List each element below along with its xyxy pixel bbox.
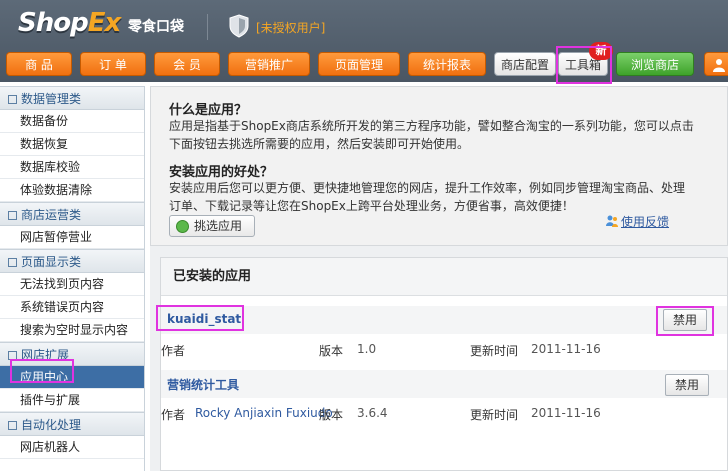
nav-products[interactable]: 商 品 [6, 52, 72, 76]
version-value: 1.0 [357, 342, 377, 356]
version-label: 版本 [319, 408, 344, 422]
user-icon[interactable] [704, 52, 728, 76]
author-value: Rocky Anjiaxin Fuxiudo [195, 406, 333, 420]
sidebar-group-page-display[interactable]: 页面显示类 [0, 249, 144, 273]
shop-name: 零食口袋 [128, 19, 184, 35]
main-nav: 商 品 订 单 会 员 营销推广 页面管理 统计报表 商店配置 工具箱 浏览商店 [0, 52, 728, 80]
nav-marketing[interactable]: 营销推广 [228, 52, 310, 76]
shield-icon [229, 14, 249, 38]
top-header: ShopEx 零食口袋 [未授权用户] 商 品 订 单 会 员 营销推广 页面管… [0, 0, 728, 82]
sidebar-group-automation[interactable]: 自动化处理 [0, 412, 144, 436]
sidebar-item-db-check[interactable]: 数据库校验 [0, 156, 144, 179]
nav-members[interactable]: 会 员 [154, 52, 220, 76]
updated-label: 更新时间 [470, 344, 519, 358]
sidebar-item-empty-search-page[interactable]: 搜索为空时显示内容 [0, 319, 144, 342]
highlight-app-center [10, 359, 74, 383]
sidebar-item-not-found-page[interactable]: 无法找到页内容 [0, 273, 144, 296]
author-label: 作者 [161, 408, 186, 422]
square-icon [8, 95, 17, 104]
version-value: 3.6.4 [357, 406, 388, 420]
header-divider [207, 14, 208, 40]
sidebar-item-data-restore[interactable]: 数据恢复 [0, 133, 144, 156]
sidebar-item-robot[interactable]: 网店机器人 [0, 436, 144, 459]
sidebar-group-data-management[interactable]: 数据管理类 [0, 86, 144, 110]
what-is-app-text-1: 应用是指基于ShopEx商店系统所开发的第三方程序功能，譬如整合淘宝的一系列功能… [169, 119, 694, 133]
highlight-kuaidi-stat [156, 305, 244, 331]
nav-reports[interactable]: 统计报表 [408, 52, 486, 76]
highlight-disable-button [656, 306, 714, 336]
app-info-panel: 什么是应用？ 应用是指基于ShopEx商店系统所开发的第三方程序功能，譬如整合淘… [150, 86, 728, 246]
highlight-toolbox [556, 46, 612, 84]
nav-store-config[interactable]: 商店配置 [494, 52, 556, 76]
unauthorized-user-label[interactable]: [未授权用户] [256, 19, 325, 36]
what-is-app-heading: 什么是应用？ [169, 103, 248, 118]
square-icon [8, 211, 17, 220]
benefits-heading: 安装应用的好处？ [169, 165, 274, 180]
app-meta-row: 作者 版本 1.0 更新时间 2011-11-16 [161, 338, 727, 360]
sidebar-item-store-pause[interactable]: 网店暂停营业 [0, 226, 144, 249]
people-icon [606, 215, 618, 227]
updated-value: 2011-11-16 [531, 406, 601, 420]
app-row: 营销统计工具 禁用 [161, 370, 727, 398]
sidebar-item-data-backup[interactable]: 数据备份 [0, 110, 144, 133]
feedback-link[interactable]: 使用反馈 [606, 213, 669, 230]
sidebar-group-store-operation[interactable]: 商店运营类 [0, 202, 144, 226]
shopex-logo[interactable]: ShopEx [18, 8, 121, 38]
main-content: 什么是应用？ 应用是指基于ShopEx商店系统所开发的第三方程序功能，譬如整合淘… [150, 86, 728, 471]
benefits-text-1: 安装应用后您可以更方便、更快捷地管理您的网店，提升工作效率，例如同步管理淘宝商品… [169, 181, 686, 195]
updated-value: 2011-11-16 [531, 342, 601, 356]
nav-browse-store[interactable]: 浏览商店 [616, 52, 694, 76]
nav-page-management[interactable]: 页面管理 [318, 52, 400, 76]
sidebar-item-plugins[interactable]: 插件与扩展 [0, 389, 144, 412]
installed-apps-title: 已安装的应用 [161, 258, 727, 296]
what-is-app-text-2: 下面按钮去挑选所需要的应用，然后安装即可开始使用。 [169, 137, 470, 151]
sidebar-item-demo-data-clear[interactable]: 体验数据清除 [0, 179, 144, 202]
installed-apps-panel: 已安装的应用 kuaidi_stat 禁用 作者 版本 1.0 更新时间 201… [160, 257, 728, 471]
app-row: kuaidi_stat 禁用 [161, 306, 727, 334]
app-icon [176, 220, 189, 233]
square-icon [8, 421, 17, 430]
sidebar: 数据管理类 数据备份 数据恢复 数据库校验 体验数据清除 商店运营类 网店暂停营… [0, 86, 145, 471]
disable-button[interactable]: 禁用 [665, 374, 709, 396]
sidebar-item-error-page[interactable]: 系统错误页内容 [0, 296, 144, 319]
app-meta-row: 作者 Rocky Anjiaxin Fuxiudo 版本 3.6.4 更新时间 … [161, 402, 727, 424]
pick-app-button[interactable]: 挑选应用 [169, 215, 255, 237]
version-label: 版本 [319, 344, 344, 358]
app-name-marketing-stat[interactable]: 营销统计工具 [167, 376, 239, 393]
author-label: 作者 [161, 344, 186, 358]
nav-orders[interactable]: 订 单 [80, 52, 146, 76]
square-icon [8, 258, 17, 267]
updated-label: 更新时间 [470, 408, 519, 422]
